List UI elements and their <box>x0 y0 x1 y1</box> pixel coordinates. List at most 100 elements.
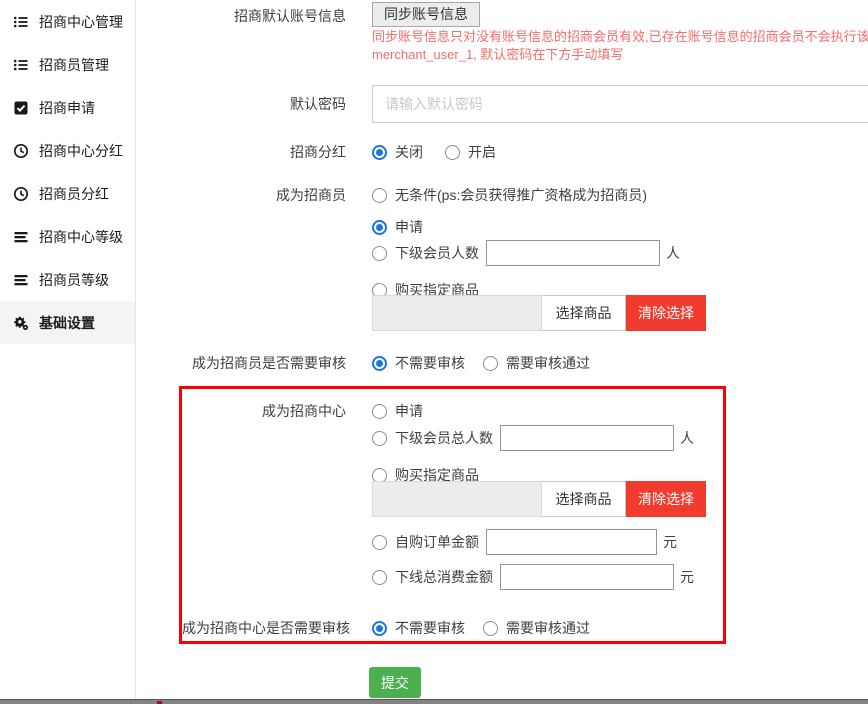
agent-review-label: 成为招商员是否需要审核 <box>136 353 372 373</box>
sidebar-item-merchant-staff-management[interactable]: 招商员管理 <box>0 43 135 86</box>
default-password-label: 默认密码 <box>136 94 372 114</box>
radio-checked-icon[interactable] <box>372 220 387 235</box>
unit-suffix: 人 <box>680 425 694 451</box>
agent-review-yes-option[interactable]: 需要审核通过 <box>483 353 590 373</box>
sidebar: 招商中心管理 招商员管理 招商申请 招商中心分红 招商员分红 <box>0 0 136 704</box>
sidebar-item-label: 招商员管理 <box>39 55 109 75</box>
agent-clear-selection-button[interactable]: 清除选择 <box>626 295 706 331</box>
radio-icon[interactable] <box>372 535 387 550</box>
sidebar-item-merchant-application[interactable]: 招商申请 <box>0 86 135 129</box>
account-info-row: 招商默认账号信息 同步账号信息 <box>136 2 868 27</box>
bars-icon <box>13 272 29 288</box>
radio-label: 下级会员总人数 <box>395 428 493 448</box>
sidebar-item-label: 招商中心管理 <box>39 12 123 32</box>
become-center-annotation-box: 成为招商中心 申请 下级会员总人数 人 <box>179 386 726 644</box>
center-review-label: 成为招商中心是否需要审核 <box>182 618 372 638</box>
radio-label: 不需要审核 <box>395 353 465 373</box>
become-center-row: 成为招商中心 <box>182 401 723 421</box>
become-center-label: 成为招商中心 <box>182 401 372 421</box>
check-square-icon <box>13 100 29 116</box>
settings-form: 招商默认账号信息 同步账号信息 同步账号信息只对没有账号信息的招商会员有效,已存… <box>136 0 868 704</box>
clipped-bottom-bar <box>0 699 868 704</box>
agent-review-no-option[interactable]: 不需要审核 <box>372 353 465 373</box>
radio-icon[interactable] <box>372 246 387 261</box>
center-self-order-amount-input[interactable] <box>486 529 657 555</box>
agent-select-product-button[interactable]: 选择商品 <box>542 295 626 331</box>
sidebar-item-staff-dividend[interactable]: 招商员分红 <box>0 172 135 215</box>
account-info-label: 招商默认账号信息 <box>136 2 372 26</box>
sidebar-item-center-dividend[interactable]: 招商中心分红 <box>0 129 135 172</box>
default-password-row: 默认密码 <box>136 85 868 123</box>
center-subordinate-total-input[interactable] <box>500 425 674 451</box>
sync-warning-line1: 同步账号信息只对没有账号信息的招商会员有效,已存在账号信息的招商会员不会执行该程… <box>372 28 868 46</box>
sidebar-item-label: 招商员等级 <box>39 270 109 290</box>
agent-unconditional-option[interactable]: 无条件(ps:会员获得推广资格成为招商员) <box>372 185 647 205</box>
clock-icon <box>13 186 29 202</box>
center-self-order-amount-option[interactable]: 自购订单金额 <box>372 532 479 552</box>
list-icon <box>13 57 29 73</box>
radio-icon[interactable] <box>372 188 387 203</box>
center-review-row: 成为招商中心是否需要审核 不需要审核 需要审核通过 <box>182 618 723 638</box>
radio-label: 关闭 <box>395 142 423 162</box>
radio-label: 不需要审核 <box>395 618 465 638</box>
dividend-label: 招商分红 <box>136 142 372 162</box>
center-review-yes-option[interactable]: 需要审核通过 <box>483 618 590 638</box>
sidebar-item-label: 基础设置 <box>39 313 95 333</box>
radio-label: 开启 <box>468 142 496 162</box>
agent-apply-option[interactable]: 申请 <box>372 217 423 237</box>
sidebar-item-center-level[interactable]: 招商中心等级 <box>0 215 135 258</box>
radio-label: 申请 <box>395 401 423 421</box>
radio-icon[interactable] <box>445 145 460 160</box>
radio-label: 无条件(ps:会员获得推广资格成为招商员) <box>395 185 647 205</box>
radio-icon[interactable] <box>372 404 387 419</box>
agent-review-row: 成为招商员是否需要审核 不需要审核 需要审核通过 <box>136 353 868 373</box>
default-password-input[interactable] <box>372 85 868 123</box>
radio-icon[interactable] <box>372 431 387 446</box>
radio-checked-icon[interactable] <box>372 621 387 636</box>
radio-label: 下线总消费金额 <box>395 567 493 587</box>
bars-icon <box>13 229 29 245</box>
become-agent-label: 成为招商员 <box>136 185 372 205</box>
list-icon <box>13 14 29 30</box>
radio-checked-icon[interactable] <box>372 145 387 160</box>
dividend-on-option[interactable]: 开启 <box>445 142 496 162</box>
sidebar-item-label: 招商中心等级 <box>39 227 123 247</box>
sidebar-item-label: 招商申请 <box>39 98 95 118</box>
agent-subordinate-count-option[interactable]: 下级会员人数 <box>372 243 479 263</box>
radio-icon[interactable] <box>483 356 498 371</box>
sidebar-item-label: 招商员分红 <box>39 184 109 204</box>
radio-label: 下级会员人数 <box>395 243 479 263</box>
sidebar-item-basic-settings[interactable]: 基础设置 <box>0 301 135 344</box>
radio-icon[interactable] <box>483 621 498 636</box>
dividend-off-option[interactable]: 关闭 <box>372 142 423 162</box>
center-downline-consumption-option[interactable]: 下线总消费金额 <box>372 567 493 587</box>
radio-icon[interactable] <box>372 570 387 585</box>
radio-label: 需要审核通过 <box>506 618 590 638</box>
sidebar-item-label: 招商中心分红 <box>39 141 123 161</box>
center-review-no-option[interactable]: 不需要审核 <box>372 618 465 638</box>
sidebar-item-merchant-center-management[interactable]: 招商中心管理 <box>0 0 135 43</box>
radio-checked-icon[interactable] <box>372 356 387 371</box>
center-select-product-button[interactable]: 选择商品 <box>542 481 626 517</box>
center-apply-option[interactable]: 申请 <box>372 401 423 421</box>
submit-button[interactable]: 提交 <box>369 667 421 698</box>
agent-selected-product-field <box>372 295 542 331</box>
center-clear-selection-button[interactable]: 清除选择 <box>626 481 706 517</box>
unit-suffix: 人 <box>666 240 680 266</box>
center-selected-product-field <box>372 481 542 517</box>
unit-suffix: 元 <box>680 564 694 590</box>
sync-warning-line2: merchant_user_1, 默认密码在下方手动填写 <box>372 46 868 64</box>
merchant-settings-page: 招商中心管理 招商员管理 招商申请 招商中心分红 招商员分红 <box>0 0 868 704</box>
agent-subordinate-count-input[interactable] <box>486 240 660 266</box>
center-downline-consumption-input[interactable] <box>500 564 674 590</box>
sidebar-item-staff-level[interactable]: 招商员等级 <box>0 258 135 301</box>
center-subordinate-total-option[interactable]: 下级会员总人数 <box>372 428 493 448</box>
sync-account-button[interactable]: 同步账号信息 <box>372 2 480 27</box>
clock-icon <box>13 143 29 159</box>
unit-suffix: 元 <box>663 529 677 555</box>
dividend-row: 招商分红 关闭 开启 <box>136 142 868 162</box>
radio-label: 自购订单金额 <box>395 532 479 552</box>
gears-icon <box>13 315 29 331</box>
radio-label: 需要审核通过 <box>506 353 590 373</box>
radio-label: 申请 <box>395 217 423 237</box>
